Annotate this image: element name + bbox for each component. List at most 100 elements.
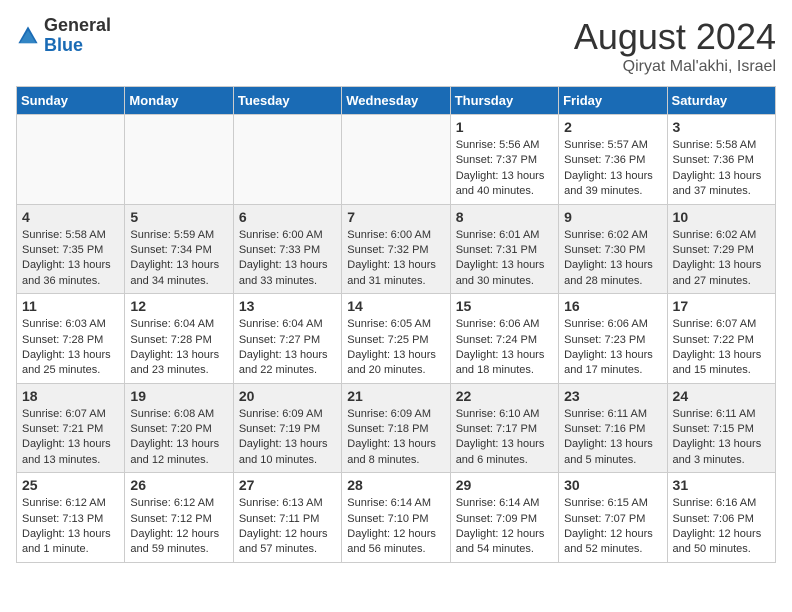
calendar-cell: 5 Sunrise: 5:59 AMSunset: 7:34 PMDaylight… [125,204,233,294]
day-info: Sunrise: 6:02 AMSunset: 7:30 PMDaylight:… [564,228,661,290]
day-number: 17 [673,298,770,314]
weekday-header-sunday: Sunday [17,87,125,115]
day-number: 30 [564,477,661,493]
day-info: Sunrise: 6:11 AMSunset: 7:16 PMDaylight:… [564,407,661,469]
day-info: Sunrise: 6:00 AMSunset: 7:33 PMDaylight:… [239,228,336,290]
day-number: 1 [456,119,553,135]
calendar-cell: 16 Sunrise: 6:06 AMSunset: 7:23 PMDayligh… [559,294,667,384]
location-title: Qiryat Mal'akhi, Israel [574,58,776,76]
day-number: 5 [130,209,227,225]
calendar-cell: 28 Sunrise: 6:14 AMSunset: 7:10 PMDayligh… [342,473,450,563]
day-number: 4 [22,209,119,225]
calendar-cell: 10 Sunrise: 6:02 AMSunset: 7:29 PMDayligh… [667,204,775,294]
day-info: Sunrise: 5:59 AMSunset: 7:34 PMDaylight:… [130,228,227,290]
calendar-cell [233,115,341,205]
day-info: Sunrise: 6:00 AMSunset: 7:32 PMDaylight:… [347,228,444,290]
day-info: Sunrise: 6:14 AMSunset: 7:09 PMDaylight:… [456,496,553,558]
day-number: 2 [564,119,661,135]
calendar-cell: 25Sunrise: 6:12 AMSunset: 7:13 PMDayligh… [17,473,125,563]
month-title: August 2024 [574,16,776,58]
calendar-cell: 17 Sunrise: 6:07 AMSunset: 7:22 PMDayligh… [667,294,775,384]
calendar-cell: 6 Sunrise: 6:00 AMSunset: 7:33 PMDaylight… [233,204,341,294]
calendar-cell: 13 Sunrise: 6:04 AMSunset: 7:27 PMDayligh… [233,294,341,384]
day-number: 12 [130,298,227,314]
logo-icon [16,24,40,48]
week-row-5: 25Sunrise: 6:12 AMSunset: 7:13 PMDayligh… [17,473,776,563]
day-number: 28 [347,477,444,493]
day-number: 27 [239,477,336,493]
calendar-cell: 3 Sunrise: 5:58 AMSunset: 7:36 PMDaylight… [667,115,775,205]
calendar-cell: 22 Sunrise: 6:10 AMSunset: 7:17 PMDayligh… [450,383,558,473]
day-number: 14 [347,298,444,314]
page-header: General Blue August 2024 Qiryat Mal'akhi… [16,16,776,76]
day-number: 3 [673,119,770,135]
day-info: Sunrise: 5:58 AMSunset: 7:36 PMDaylight:… [673,138,770,200]
title-block: August 2024 Qiryat Mal'akhi, Israel [574,16,776,76]
day-info: Sunrise: 6:07 AMSunset: 7:21 PMDaylight:… [22,407,119,469]
day-number: 10 [673,209,770,225]
day-info: Sunrise: 6:09 AMSunset: 7:18 PMDaylight:… [347,407,444,469]
day-number: 19 [130,388,227,404]
day-info: Sunrise: 6:11 AMSunset: 7:15 PMDaylight:… [673,407,770,469]
logo-general-text: General [44,15,111,35]
day-number: 9 [564,209,661,225]
day-info: Sunrise: 6:12 AMSunset: 7:12 PMDaylight:… [130,496,227,558]
header-row: SundayMondayTuesdayWednesdayThursdayFrid… [17,87,776,115]
calendar-cell: 9 Sunrise: 6:02 AMSunset: 7:30 PMDaylight… [559,204,667,294]
weekday-header-tuesday: Tuesday [233,87,341,115]
calendar-cell: 14Sunrise: 6:05 AMSunset: 7:25 PMDayligh… [342,294,450,384]
day-info: Sunrise: 6:12 AMSunset: 7:13 PMDaylight:… [22,496,119,558]
day-number: 16 [564,298,661,314]
calendar-cell: 15Sunrise: 6:06 AMSunset: 7:24 PMDayligh… [450,294,558,384]
calendar-cell: 1 Sunrise: 5:56 AMSunset: 7:37 PMDaylight… [450,115,558,205]
day-info: Sunrise: 6:06 AMSunset: 7:24 PMDaylight:… [456,317,553,379]
day-info: Sunrise: 6:13 AMSunset: 7:11 PMDaylight:… [239,496,336,558]
calendar-cell: 26 Sunrise: 6:12 AMSunset: 7:12 PMDayligh… [125,473,233,563]
calendar-cell: 21 Sunrise: 6:09 AMSunset: 7:18 PMDayligh… [342,383,450,473]
day-number: 13 [239,298,336,314]
calendar-cell: 18 Sunrise: 6:07 AMSunset: 7:21 PMDayligh… [17,383,125,473]
day-info: Sunrise: 6:09 AMSunset: 7:19 PMDaylight:… [239,407,336,469]
day-number: 31 [673,477,770,493]
day-number: 22 [456,388,553,404]
calendar-cell: 19 Sunrise: 6:08 AMSunset: 7:20 PMDayligh… [125,383,233,473]
calendar-cell: 2Sunrise: 5:57 AMSunset: 7:36 PMDaylight… [559,115,667,205]
weekday-header-wednesday: Wednesday [342,87,450,115]
day-info: Sunrise: 6:15 AMSunset: 7:07 PMDaylight:… [564,496,661,558]
calendar-cell: 7 Sunrise: 6:00 AMSunset: 7:32 PMDaylight… [342,204,450,294]
calendar-cell: 8Sunrise: 6:01 AMSunset: 7:31 PMDaylight… [450,204,558,294]
day-number: 29 [456,477,553,493]
weekday-header-friday: Friday [559,87,667,115]
day-number: 21 [347,388,444,404]
day-info: Sunrise: 6:14 AMSunset: 7:10 PMDaylight:… [347,496,444,558]
day-info: Sunrise: 6:10 AMSunset: 7:17 PMDaylight:… [456,407,553,469]
day-info: Sunrise: 5:58 AMSunset: 7:35 PMDaylight:… [22,228,119,290]
day-info: Sunrise: 6:06 AMSunset: 7:23 PMDaylight:… [564,317,661,379]
day-info: Sunrise: 6:08 AMSunset: 7:20 PMDaylight:… [130,407,227,469]
day-info: Sunrise: 6:16 AMSunset: 7:06 PMDaylight:… [673,496,770,558]
day-number: 18 [22,388,119,404]
calendar-cell: 23Sunrise: 6:11 AMSunset: 7:16 PMDayligh… [559,383,667,473]
calendar-cell: 11Sunrise: 6:03 AMSunset: 7:28 PMDayligh… [17,294,125,384]
day-number: 6 [239,209,336,225]
calendar-cell: 20 Sunrise: 6:09 AMSunset: 7:19 PMDayligh… [233,383,341,473]
day-info: Sunrise: 5:56 AMSunset: 7:37 PMDaylight:… [456,138,553,200]
calendar-cell: 31 Sunrise: 6:16 AMSunset: 7:06 PMDayligh… [667,473,775,563]
day-number: 20 [239,388,336,404]
calendar-cell: 30 Sunrise: 6:15 AMSunset: 7:07 PMDayligh… [559,473,667,563]
calendar-cell [17,115,125,205]
day-number: 26 [130,477,227,493]
day-number: 7 [347,209,444,225]
weekday-header-saturday: Saturday [667,87,775,115]
day-info: Sunrise: 6:02 AMSunset: 7:29 PMDaylight:… [673,228,770,290]
calendar-cell: 12 Sunrise: 6:04 AMSunset: 7:28 PMDayligh… [125,294,233,384]
week-row-2: 4 Sunrise: 5:58 AMSunset: 7:35 PMDaylight… [17,204,776,294]
week-row-1: 1 Sunrise: 5:56 AMSunset: 7:37 PMDaylight… [17,115,776,205]
day-number: 11 [22,298,119,314]
calendar-table: SundayMondayTuesdayWednesdayThursdayFrid… [16,86,776,563]
day-info: Sunrise: 6:04 AMSunset: 7:28 PMDaylight:… [130,317,227,379]
calendar-cell [125,115,233,205]
day-info: Sunrise: 6:07 AMSunset: 7:22 PMDaylight:… [673,317,770,379]
day-number: 24 [673,388,770,404]
day-info: Sunrise: 6:04 AMSunset: 7:27 PMDaylight:… [239,317,336,379]
